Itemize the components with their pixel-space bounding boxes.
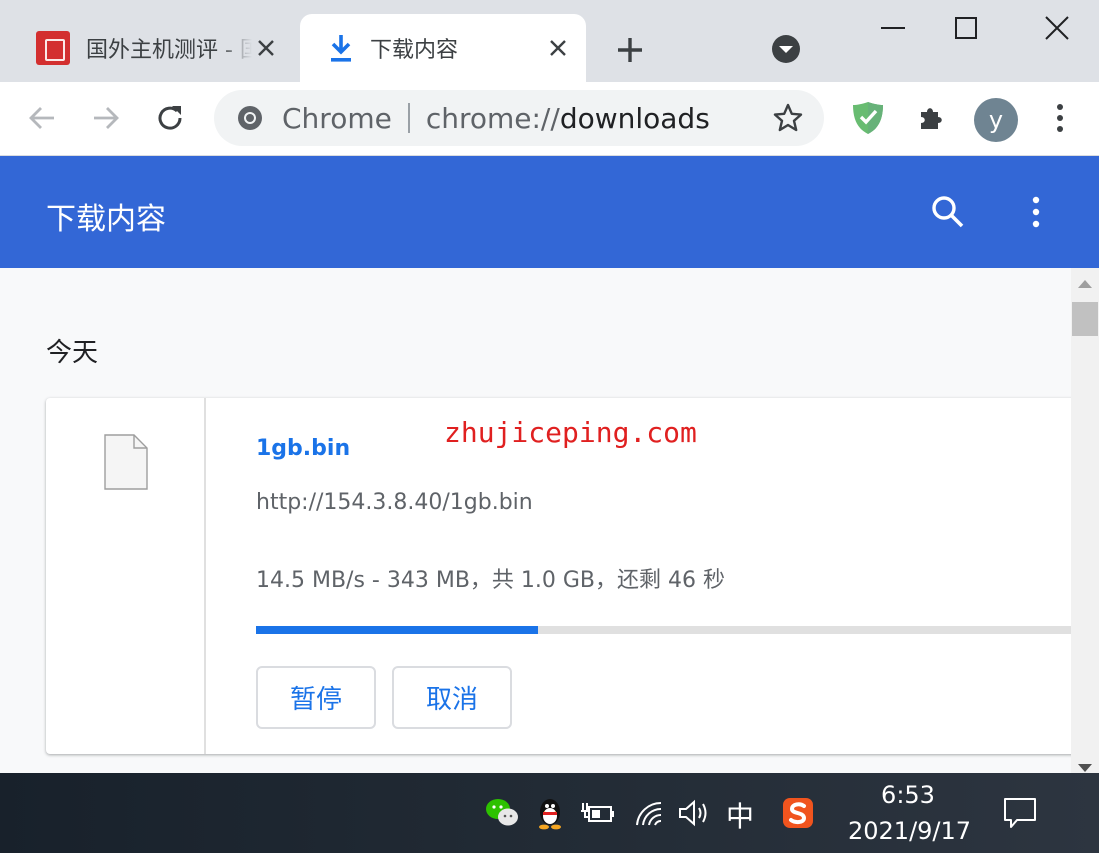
reload-button[interactable]: [152, 100, 188, 136]
arrow-right-icon: [94, 107, 119, 129]
tab-zhujiceping[interactable]: 国外主机测评 - 国外VPS，: [14, 14, 294, 82]
windows-taskbar: 中 6:53 2021/9/17: [0, 773, 1099, 853]
shield-check-icon: [853, 102, 883, 134]
omnibox-site-label: Chrome: [282, 101, 392, 135]
download-status: 14.5 MB/s - 343 MB，共 1.0 GB，还剩 46 秒: [256, 568, 726, 593]
minimize-button[interactable]: [870, 10, 916, 46]
clock-date: 2021/9/17: [848, 817, 972, 845]
notification-icon: [1004, 798, 1036, 828]
reload-icon: [158, 106, 182, 130]
scroll-down-arrow-icon[interactable]: [1078, 764, 1092, 772]
clock-time: 6:53: [881, 781, 935, 809]
page-title: 下载内容: [46, 202, 166, 237]
battery-icon: [581, 803, 614, 822]
download-progress-bar: [256, 626, 1071, 634]
chrome-icon: [238, 106, 262, 130]
progress-fill: [256, 626, 539, 634]
url-host: downloads: [559, 101, 710, 135]
site-favicon-icon: [36, 31, 70, 65]
downloads-header: 下载内容: [0, 156, 1099, 268]
browser-toolbar: Chrome chrome://downloads y: [0, 82, 1099, 156]
tab-downloads[interactable]: 下载内容: [300, 14, 586, 82]
wifi-tray-button[interactable]: [632, 795, 668, 831]
kebab-menu-icon: [1057, 104, 1063, 132]
search-icon[interactable]: [928, 192, 968, 232]
url-scheme: chrome://: [425, 101, 560, 135]
taskbar-clock[interactable]: 6:53 2021/9/17: [848, 773, 972, 853]
back-button[interactable]: [24, 100, 60, 136]
sogou-ime-tray-button[interactable]: [780, 795, 816, 831]
file-icon-column: [46, 398, 206, 754]
wechat-icon: [486, 799, 518, 826]
arrow-left-icon: [29, 107, 54, 129]
extensions-button[interactable]: [914, 100, 950, 136]
cancel-button[interactable]: 取消: [392, 666, 512, 729]
action-center-button[interactable]: [1002, 795, 1038, 831]
volume-tray-button[interactable]: [676, 795, 712, 831]
download-card: 1gb.bin zhujiceping.com http://154.3.8.4…: [46, 398, 1071, 754]
file-icon: [104, 434, 148, 490]
close-icon[interactable]: [544, 34, 572, 62]
pause-button[interactable]: 暂停: [256, 666, 376, 729]
scroll-up-arrow-icon[interactable]: [1078, 280, 1092, 288]
wechat-tray-button[interactable]: [484, 795, 520, 831]
tab-strip: 国外主机测评 - 国外VPS， 下载内容: [0, 0, 1099, 82]
close-icon[interactable]: [252, 34, 280, 62]
battery-tray-button[interactable]: [580, 795, 616, 831]
window-close-button[interactable]: [1034, 10, 1080, 46]
profile-avatar[interactable]: y: [974, 98, 1018, 142]
ime-indicator[interactable]: 中: [726, 795, 754, 835]
download-icon: [331, 35, 351, 62]
kebab-menu-icon[interactable]: [1020, 194, 1052, 230]
file-source-url[interactable]: http://154.3.8.40/1gb.bin: [256, 490, 533, 515]
downloads-list: 今天 1gb.bin zhujiceping.com http://154.3.…: [0, 268, 1071, 773]
omnibox-separator: [407, 103, 410, 133]
address-bar[interactable]: Chrome chrome://downloads: [214, 90, 824, 146]
chrome-menu-button[interactable]: [1042, 100, 1078, 136]
tab-title: 下载内容: [370, 38, 459, 63]
adguard-extension-button[interactable]: [850, 100, 886, 136]
scrollbar-thumb[interactable]: [1072, 302, 1098, 336]
forward-button[interactable]: [88, 100, 124, 136]
volume-icon: [679, 799, 707, 827]
tab-title: 国外主机测评 - 国外VPS，: [86, 38, 252, 63]
qq-tray-button[interactable]: [532, 795, 568, 831]
new-tab-plus-icon[interactable]: [612, 32, 648, 68]
file-name-link[interactable]: 1gb.bin: [256, 436, 350, 461]
star-icon[interactable]: [772, 102, 804, 134]
tab-search-chevron-icon[interactable]: [770, 33, 802, 65]
sogou-icon: [783, 798, 813, 828]
wifi-icon: [636, 801, 662, 826]
watermark: zhujiceping.com: [444, 416, 697, 449]
date-heading: 今天: [46, 338, 99, 368]
qq-icon: [539, 799, 561, 830]
maximize-button[interactable]: [943, 10, 989, 46]
puzzle-icon: [921, 108, 942, 129]
scrollbar[interactable]: [1071, 268, 1099, 773]
